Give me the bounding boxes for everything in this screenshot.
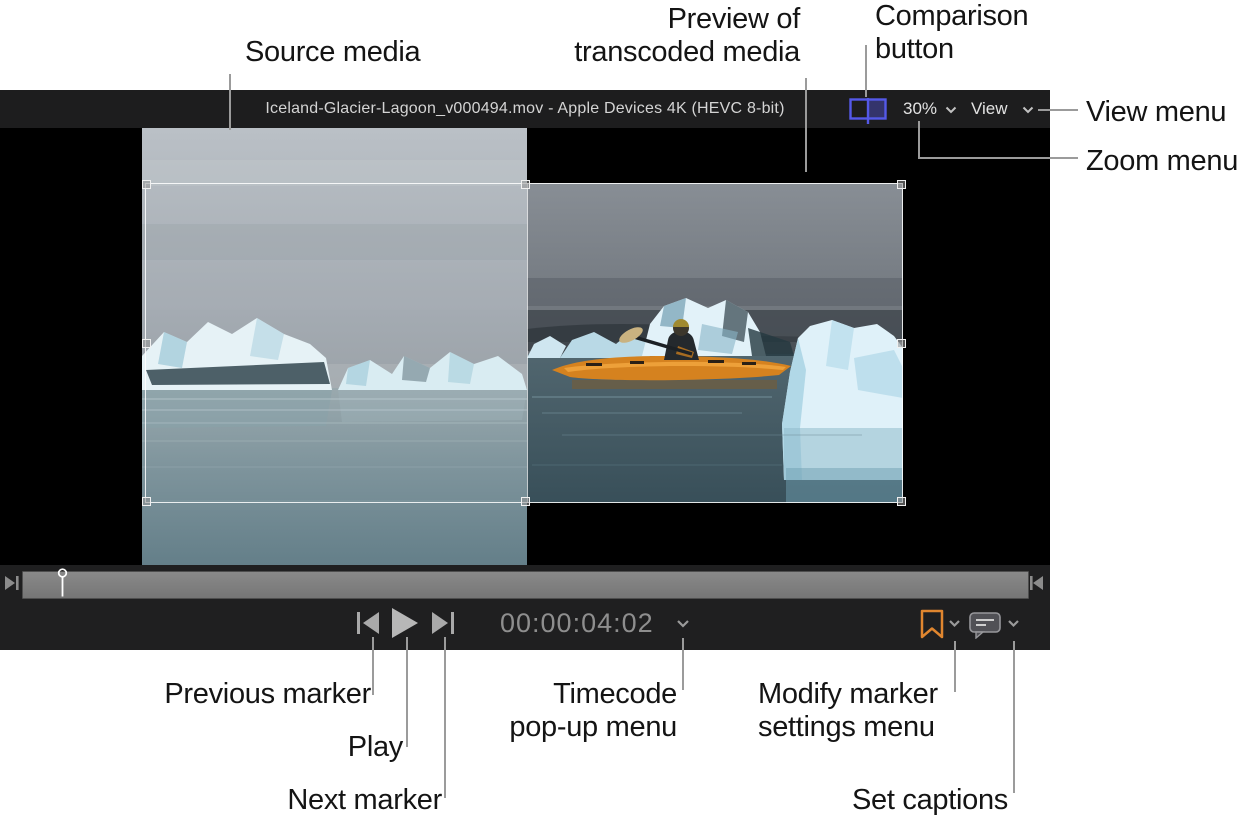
playhead[interactable]: [56, 566, 69, 598]
callout-next-marker: Next marker: [287, 784, 442, 817]
resize-handle-mid-right[interactable]: [897, 339, 906, 348]
compressor-preview-window: Iceland-Glacier-Lagoon_v000494.mov - App…: [0, 90, 1050, 650]
page: { "window": { "title": "Iceland-Glacier-…: [0, 0, 1242, 822]
callout-line-play: [406, 637, 408, 747]
next-marker-button[interactable]: [432, 612, 457, 634]
callout-zoom-menu: Zoom menu: [1086, 145, 1238, 178]
callout-line-comparison-button: [865, 45, 867, 97]
callout-set-captions: Set captions: [852, 784, 1008, 817]
callout-line-view-menu: [1038, 109, 1078, 111]
window-title: Iceland-Glacier-Lagoon_v000494.mov - App…: [0, 90, 1050, 128]
callout-line-set-captions: [1013, 641, 1015, 793]
callout-modify-marker: Modify marker settings menu: [758, 678, 938, 744]
callout-view-menu: View menu: [1086, 96, 1226, 129]
marker-settings-button[interactable]: [920, 609, 945, 639]
callout-timecode-popup: Timecode pop-up menu: [509, 678, 677, 744]
callout-previous-marker: Previous marker: [164, 678, 371, 711]
resize-handle-mid-left[interactable]: [142, 339, 151, 348]
comparison-button[interactable]: [849, 98, 887, 125]
callout-play: Play: [348, 731, 403, 764]
preview-toolbar: Iceland-Glacier-Lagoon_v000494.mov - App…: [0, 90, 1050, 128]
jump-to-end-icon[interactable]: [1029, 574, 1046, 592]
callout-line-previous-marker: [372, 637, 374, 695]
resize-handle-top-left[interactable]: [142, 180, 151, 189]
chevron-down-icon[interactable]: [1007, 619, 1020, 628]
callout-preview-transcoded: Preview of transcoded media: [574, 3, 800, 69]
resize-handle-bottom-center[interactable]: [521, 497, 530, 506]
callout-comparison-button: Comparison button: [875, 0, 1028, 66]
callout-line-preview-transcoded: [805, 78, 807, 172]
callout-line-zoom-menu-horizontal: [918, 157, 1078, 159]
timecode-popup-button[interactable]: 00:00:04:02: [500, 607, 654, 639]
chevron-down-icon[interactable]: [948, 619, 961, 628]
chevron-down-icon[interactable]: [1022, 106, 1034, 114]
resize-handle-bottom-left[interactable]: [142, 497, 151, 506]
callout-line-next-marker: [444, 637, 446, 798]
view-menu-button[interactable]: View: [971, 90, 1008, 127]
play-button[interactable]: [392, 608, 418, 638]
chevron-down-icon[interactable]: [945, 106, 957, 114]
resize-handle-top-right[interactable]: [897, 180, 906, 189]
transcoded-bounds-rect: [145, 183, 903, 503]
resize-handle-bottom-right[interactable]: [897, 497, 906, 506]
callout-line-source-media: [229, 74, 231, 130]
captions-button[interactable]: [969, 612, 1002, 639]
comparison-icon: [849, 98, 887, 125]
scrubber-track[interactable]: [22, 571, 1029, 599]
previous-marker-button[interactable]: [357, 612, 382, 634]
chevron-down-icon[interactable]: [676, 619, 690, 628]
media-preview-area: [0, 128, 1050, 565]
callout-source-media: Source media: [245, 36, 420, 69]
transport-bar: 00:00:04:02: [0, 565, 1050, 650]
jump-to-start-icon[interactable]: [5, 574, 22, 592]
callout-line-timecode-popup: [682, 638, 684, 690]
zoom-menu-button[interactable]: 30%: [903, 90, 937, 127]
callout-line-zoom-menu-vertical: [918, 121, 920, 159]
resize-handle-top-center[interactable]: [521, 180, 530, 189]
callout-line-modify-marker: [954, 641, 956, 692]
